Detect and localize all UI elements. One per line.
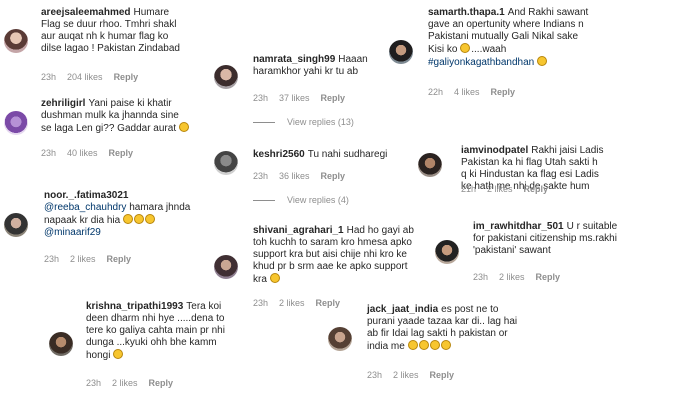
sad-emoji-icon: [144, 214, 155, 224]
comment-time: 23h: [41, 72, 57, 82]
comment-username[interactable]: shivani_agrahari_1: [253, 225, 344, 236]
comment-likes[interactable]: 37 likes: [279, 93, 310, 103]
comment-time: 21h: [461, 184, 477, 194]
reply-button[interactable]: Reply: [107, 254, 132, 264]
comment-username[interactable]: zehriligirl: [41, 98, 85, 109]
avatar[interactable]: [4, 111, 28, 135]
comment-time: 23h: [473, 272, 489, 282]
comment-username[interactable]: namrata_singh99: [253, 54, 335, 65]
comment-likes[interactable]: 2 likes: [393, 370, 419, 380]
comment-username[interactable]: im_rawhitdhar_501: [473, 221, 564, 232]
avatar[interactable]: [4, 213, 28, 237]
reply-button[interactable]: Reply: [149, 378, 174, 388]
comment-likes[interactable]: 40 likes: [67, 148, 98, 158]
avatar[interactable]: [435, 240, 459, 264]
laughing-emoji-icon: [429, 340, 440, 350]
comment-username[interactable]: samarth.thapa.1: [428, 7, 505, 18]
comment-username[interactable]: noor._.fatima3021: [44, 190, 128, 201]
smiling-emoji-icon: [269, 273, 280, 283]
divider: [253, 122, 275, 124]
comment-likes[interactable]: 2 likes: [112, 378, 138, 388]
laughing-emoji-icon: [440, 340, 451, 350]
avatar[interactable]: [418, 153, 442, 177]
mention-link[interactable]: @reeba_chauhdry: [44, 202, 126, 213]
reply-button[interactable]: Reply: [109, 148, 134, 158]
reply-button[interactable]: Reply: [114, 72, 139, 82]
view-replies-button[interactable]: View replies (4): [253, 195, 349, 205]
comment-likes[interactable]: 204 likes: [67, 72, 103, 82]
avatar[interactable]: [49, 332, 73, 356]
comment-time: 22h: [428, 87, 444, 97]
comment-username[interactable]: iamvinodpatel: [461, 145, 528, 156]
comment-time: 23h: [253, 171, 269, 181]
avatar[interactable]: [328, 327, 352, 351]
comment-username[interactable]: krishna_tripathi1993: [86, 301, 183, 312]
laughing-emoji-icon: [407, 340, 418, 350]
comment-time: 23h: [253, 298, 269, 308]
comment-time: 23h: [253, 93, 269, 103]
comment-text-cont: ....waah: [471, 44, 507, 55]
thumbs-down-icon: [113, 349, 124, 359]
reply-button[interactable]: Reply: [524, 184, 549, 194]
laughing-emoji-icon: [418, 340, 429, 350]
view-replies-button[interactable]: View replies (13): [253, 117, 354, 127]
comment-likes[interactable]: 4 likes: [454, 87, 480, 97]
avatar[interactable]: [214, 255, 238, 279]
comment-likes[interactable]: 2 likes: [279, 298, 305, 308]
divider: [253, 200, 275, 202]
laughing-emoji-icon: [460, 43, 471, 53]
hashtag-link[interactable]: #galiyonkagathbandhan: [428, 57, 534, 68]
comment-time: 23h: [44, 254, 60, 264]
comment-username[interactable]: keshri2560: [253, 149, 305, 160]
reply-button[interactable]: Reply: [491, 87, 516, 97]
avatar[interactable]: [214, 65, 238, 89]
reply-button[interactable]: Reply: [321, 93, 346, 103]
comment-username[interactable]: areejsaleemahmed: [41, 7, 131, 18]
avatar[interactable]: [389, 40, 413, 64]
reply-button[interactable]: Reply: [430, 370, 455, 380]
comment-text: Tu nahi sudharegi: [307, 149, 388, 160]
sad-emoji-icon: [133, 214, 144, 224]
comment-likes[interactable]: 2 likes: [487, 184, 513, 194]
comment-username[interactable]: jack_jaat_india: [367, 304, 438, 315]
avatar[interactable]: [214, 151, 238, 175]
comment-time: 23h: [86, 378, 102, 388]
reply-button[interactable]: Reply: [321, 171, 346, 181]
avatar[interactable]: [4, 29, 28, 53]
comment-likes[interactable]: 36 likes: [279, 171, 310, 181]
comment-time: 23h: [367, 370, 383, 380]
reply-button[interactable]: Reply: [316, 298, 341, 308]
laughing-emoji-icon: [537, 56, 547, 66]
comment-likes[interactable]: 2 likes: [499, 272, 525, 282]
mention-link[interactable]: @minaarif29: [44, 227, 101, 238]
comment-time: 23h: [41, 148, 57, 158]
reply-button[interactable]: Reply: [536, 272, 561, 282]
smiling-emoji-icon: [178, 122, 189, 132]
sad-emoji-icon: [122, 214, 133, 224]
comment-likes[interactable]: 2 likes: [70, 254, 96, 264]
